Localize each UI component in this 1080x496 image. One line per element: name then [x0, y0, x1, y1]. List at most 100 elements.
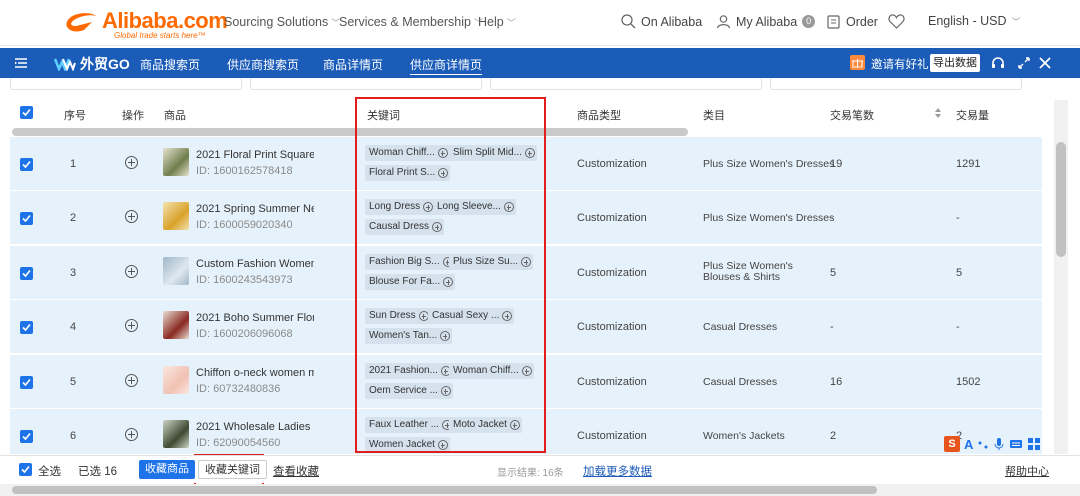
- product-type: Customization: [577, 321, 647, 333]
- export-data-button[interactable]: 导出数据: [930, 54, 980, 72]
- column-header-index: 序号: [64, 110, 86, 122]
- row-index: 4: [70, 321, 77, 333]
- add-circle-icon[interactable]: [125, 374, 138, 387]
- heart-icon: [888, 14, 905, 29]
- search-label: On Alibaba: [641, 14, 703, 29]
- nav-help[interactable]: Help ﹀: [478, 15, 516, 29]
- tab-product-detail[interactable]: 商品详情页: [323, 56, 383, 73]
- results-count: 显示结果: 16条: [497, 468, 564, 479]
- user-icon: [716, 15, 731, 29]
- row-select-checkbox[interactable]: [20, 376, 33, 389]
- collect-products-button[interactable]: 收藏商品: [139, 460, 195, 479]
- add-circle-icon[interactable]: [125, 265, 138, 278]
- select-all-checkbox[interactable]: [19, 463, 32, 476]
- checkmark-icon: [22, 269, 31, 278]
- row-select-checkbox[interactable]: [20, 321, 33, 334]
- column-header-transactions[interactable]: 交易笔数: [830, 107, 874, 123]
- checkmark-icon: [22, 323, 31, 332]
- product-name[interactable]: Custom Fashion Womens Bl: [196, 258, 314, 270]
- view-collection-link[interactable]: 查看收藏: [273, 463, 319, 479]
- ime-toolbar: S A: [944, 434, 1074, 454]
- tab-supplier-detail[interactable]: 供应商详情页: [410, 56, 483, 75]
- selected-count: 已选 16: [78, 466, 117, 478]
- row-select-checkbox[interactable]: [20, 430, 33, 443]
- favorites-button[interactable]: [888, 14, 905, 29]
- select-all-label[interactable]: 全选: [38, 463, 61, 479]
- ime-mode[interactable]: A: [964, 437, 973, 452]
- product-category: Plus Size Women's Blouses & Shirts: [703, 260, 793, 283]
- search-on-alibaba[interactable]: On Alibaba: [621, 14, 702, 29]
- punctuation-icon[interactable]: [977, 438, 989, 450]
- column-header-category: 类目: [703, 110, 725, 122]
- ime-logo[interactable]: S: [944, 436, 960, 452]
- account-label: My Alibaba: [736, 14, 798, 29]
- product-name[interactable]: 2021 Boho Summer Floral Lo: [196, 312, 314, 324]
- invite-rewards-link[interactable]: 邀请有好礼: [871, 56, 929, 72]
- load-more-link[interactable]: 加载更多数据: [583, 463, 652, 479]
- gift-icon[interactable]: [850, 55, 865, 70]
- product-type: Customization: [577, 267, 647, 279]
- row-index: 5: [70, 376, 77, 388]
- nav-sourcing-solutions[interactable]: Sourcing Solutions ﹀: [224, 15, 340, 29]
- row-index: 3: [70, 267, 77, 279]
- nav-label: Sourcing Solutions: [224, 15, 329, 29]
- order[interactable]: Order: [826, 14, 878, 29]
- product-thumbnail[interactable]: [163, 311, 189, 339]
- product-thumbnail[interactable]: [163, 366, 189, 394]
- collect-keywords-button[interactable]: 收藏关键词: [198, 460, 267, 479]
- sort-icon[interactable]: [934, 107, 942, 119]
- add-circle-icon[interactable]: [125, 156, 138, 169]
- menu-icon[interactable]: [14, 56, 28, 70]
- help-center-link[interactable]: 帮助中心: [1005, 463, 1049, 479]
- filter-box: [250, 78, 482, 90]
- add-circle-icon[interactable]: [125, 428, 138, 441]
- vertical-scrollbar-thumb[interactable]: [1056, 142, 1066, 257]
- my-alibaba[interactable]: My Alibaba 0: [716, 14, 816, 29]
- header-select-checkbox[interactable]: [20, 106, 33, 119]
- product-type: Customization: [577, 212, 647, 224]
- language-currency-selector[interactable]: English - USD ﹀: [928, 14, 1021, 28]
- product-name[interactable]: 2021 Spring Summer New lo: [196, 203, 314, 215]
- product-category: Casual Dresses: [703, 376, 778, 388]
- grid-menu-icon[interactable]: [1027, 437, 1041, 451]
- brand-logo-icon: [54, 58, 76, 71]
- row-index: 6: [70, 430, 77, 442]
- bottom-scrollbar-thumb[interactable]: [12, 486, 877, 494]
- bottom-scrollbar[interactable]: [0, 484, 1080, 496]
- add-circle-icon[interactable]: [125, 210, 138, 223]
- product-thumbnail[interactable]: [163, 148, 189, 176]
- filter-box: [770, 78, 1022, 90]
- product-name[interactable]: 2021 Floral Print Square Coll: [196, 149, 314, 161]
- column-header-action: 操作: [122, 110, 144, 122]
- product-name[interactable]: 2021 Wholesale Ladies Fash: [196, 421, 314, 433]
- row-select-checkbox[interactable]: [20, 158, 33, 171]
- headset-icon[interactable]: [990, 55, 1006, 71]
- product-name[interactable]: Chiffon o-neck women maxi: [196, 367, 314, 379]
- tab-supplier-search[interactable]: 供应商搜索页: [227, 56, 299, 73]
- microphone-icon[interactable]: [993, 437, 1005, 451]
- add-circle-icon[interactable]: [125, 319, 138, 332]
- transaction-count: 16: [830, 376, 843, 388]
- language-label: English - USD: [928, 14, 1007, 28]
- row-select-checkbox[interactable]: [20, 212, 33, 225]
- product-id: ID: 1600059020340: [196, 219, 293, 231]
- transaction-count: 19: [830, 158, 843, 170]
- checkmark-icon: [22, 214, 31, 223]
- keyboard-icon[interactable]: [1009, 438, 1023, 450]
- horizontal-scrollbar[interactable]: [12, 128, 688, 136]
- transaction-count: -: [830, 212, 834, 224]
- product-id: ID: 1600243543973: [196, 274, 293, 286]
- expand-icon[interactable]: [1016, 55, 1032, 71]
- transaction-volume: -: [956, 321, 960, 333]
- close-icon[interactable]: [1037, 55, 1053, 71]
- chevron-down-icon: ﹀: [1011, 16, 1021, 27]
- product-thumbnail[interactable]: [163, 420, 189, 448]
- checkmark-icon: [22, 432, 31, 441]
- alibaba-logo[interactable]: Alibaba.com Global trade starts here™: [62, 8, 228, 40]
- product-thumbnail[interactable]: [163, 202, 189, 230]
- product-thumbnail[interactable]: [163, 257, 189, 285]
- row-select-checkbox[interactable]: [20, 267, 33, 280]
- tab-product-search[interactable]: 商品搜索页: [140, 56, 200, 73]
- order-icon: [827, 15, 840, 29]
- nav-services-membership[interactable]: Services & Membership ﹀: [339, 15, 483, 29]
